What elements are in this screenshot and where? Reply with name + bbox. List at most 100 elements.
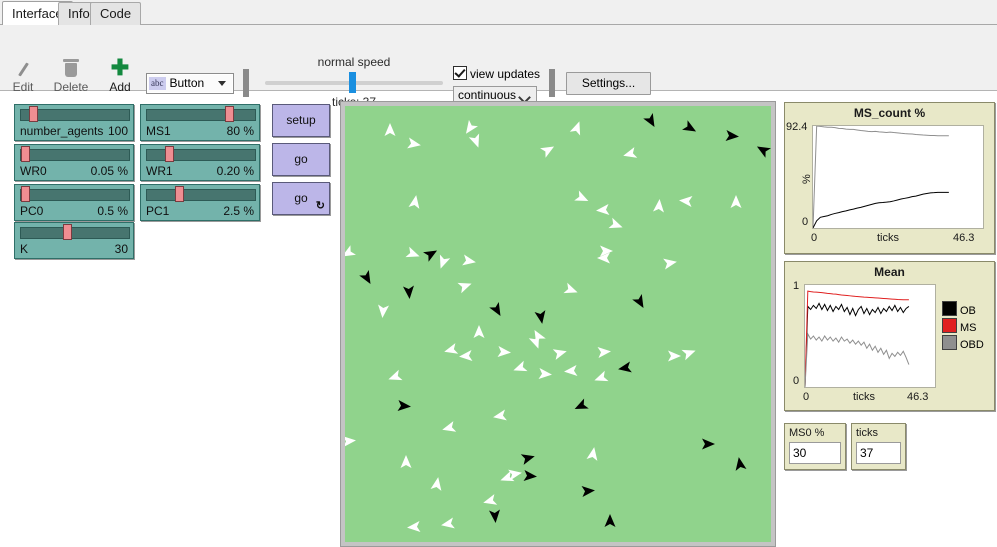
go-button[interactable]: go — [272, 143, 330, 176]
legend-label-obd: OBD — [960, 339, 984, 351]
go-forever-button-label: go — [294, 191, 307, 205]
slider-value: 0.5 % — [97, 203, 128, 219]
go-forever-button[interactable]: go ↻ — [272, 182, 330, 215]
slider-thumb[interactable] — [225, 106, 234, 122]
slider-value: 100 — [108, 123, 128, 139]
slider-name: PC0 — [20, 203, 43, 219]
plot-title: Mean — [785, 262, 994, 281]
checkbox-checked-icon — [453, 66, 467, 80]
legend-item[interactable]: OB — [942, 301, 990, 318]
trash-icon — [48, 57, 94, 79]
monitor-label: MS0 % — [789, 426, 841, 440]
x-max-label: 46.3 — [907, 391, 928, 403]
view-updates-checkbox[interactable]: view updates — [453, 66, 540, 81]
x-axis-label: ticks — [877, 232, 899, 244]
slider-track — [146, 109, 256, 121]
legend-label-ms: MS — [960, 322, 977, 334]
slider-name: WR0 — [20, 163, 47, 179]
plot-canvas — [804, 284, 936, 388]
slider-k[interactable]: K 30 — [14, 222, 134, 259]
slider-thumb[interactable] — [165, 146, 174, 162]
slider-thumb[interactable] — [21, 146, 30, 162]
slider-pc0[interactable]: PC0 0.5 % — [14, 184, 134, 221]
slider-track — [20, 149, 130, 161]
legend-swatch-ms — [942, 318, 957, 333]
setup-button-label: setup — [286, 113, 315, 127]
pencil-icon — [0, 57, 46, 79]
x-max-label: 46.3 — [953, 232, 974, 244]
y-max-label: 92.4 — [786, 121, 807, 133]
slider-value: 30 — [115, 241, 128, 257]
y-min-label: 0 — [802, 216, 808, 228]
slider-track — [20, 227, 130, 239]
legend-item[interactable]: MS — [942, 318, 990, 335]
delete-button[interactable]: Delete — [48, 57, 94, 94]
slider-track — [146, 149, 256, 161]
plot-ms-count[interactable]: MS_count % 92.4 0 % 0 ticks 46.3 — [784, 102, 995, 254]
monitor-value: 37 — [856, 442, 901, 464]
world-canvas[interactable] — [345, 106, 771, 542]
slider-track — [146, 189, 256, 201]
slider-value: 2.5 % — [223, 203, 254, 219]
world-view[interactable] — [340, 101, 776, 547]
y-min-label: 0 — [793, 375, 799, 387]
settings-button[interactable]: Settings... — [566, 72, 651, 95]
slider-pc1[interactable]: PC1 2.5 % — [140, 184, 260, 221]
slider-wr1[interactable]: WR1 0.20 % — [140, 144, 260, 181]
plus-icon: ✚ — [97, 57, 143, 79]
monitor-value: 30 — [789, 442, 841, 464]
speed-slider[interactable] — [265, 81, 443, 85]
plot-mean[interactable]: Mean 1 0 0 ticks 46.3 OB MS OBD — [784, 261, 995, 411]
widget-type-select[interactable]: abcButton — [146, 73, 234, 94]
y-max-label: 1 — [793, 280, 799, 292]
y-axis-label: % — [801, 174, 813, 184]
slider-name: PC1 — [146, 203, 169, 219]
slider-value: 0.20 % — [217, 163, 254, 179]
toolbar: Edit Delete ✚ Add abcButton normal speed… — [0, 25, 997, 91]
plot-legend: OB MS OBD — [942, 301, 990, 352]
slider-value: 80 % — [227, 123, 254, 139]
slider-value: 0.05 % — [91, 163, 128, 179]
go-button-label: go — [294, 152, 307, 166]
edit-button-label: Edit — [0, 80, 46, 94]
forever-loop-icon: ↻ — [316, 201, 325, 212]
abc-icon: abc — [149, 77, 166, 90]
add-button[interactable]: ✚ Add — [97, 57, 143, 94]
x-min-label: 0 — [803, 391, 809, 403]
view-updates-label: view updates — [470, 67, 540, 81]
tab-bar: Interface Info Code — [0, 0, 997, 25]
add-button-label: Add — [97, 80, 143, 94]
x-min-label: 0 — [811, 232, 817, 244]
legend-item[interactable]: OBD — [942, 335, 990, 352]
plot-title: MS_count % — [785, 103, 994, 122]
x-axis-label: ticks — [853, 391, 875, 403]
monitor-ms0[interactable]: MS0 % 30 — [784, 423, 846, 470]
monitor-label: ticks — [856, 426, 901, 440]
slider-thumb[interactable] — [175, 186, 184, 202]
speed-label: normal speed — [265, 55, 443, 69]
slider-ms1[interactable]: MS1 80 % — [140, 104, 260, 141]
legend-swatch-obd — [942, 335, 957, 350]
slider-track — [20, 189, 130, 201]
slider-number-agents[interactable]: number_agents 100 — [14, 104, 134, 141]
slider-thumb[interactable] — [29, 106, 38, 122]
plot-canvas — [812, 125, 984, 229]
monitor-ticks[interactable]: ticks 37 — [851, 423, 906, 470]
edit-button[interactable]: Edit — [0, 57, 46, 94]
legend-swatch-ob — [942, 301, 957, 316]
delete-button-label: Delete — [48, 80, 94, 94]
legend-label-ob: OB — [960, 305, 976, 317]
chevron-down-icon — [218, 81, 226, 86]
slider-name: MS1 — [146, 123, 171, 139]
slider-thumb[interactable] — [63, 224, 72, 240]
toolbar-separator-2 — [549, 69, 555, 97]
setup-button[interactable]: setup — [272, 104, 330, 137]
slider-name: number_agents — [20, 123, 103, 139]
update-mode-value: continuous — [458, 88, 516, 102]
slider-thumb[interactable] — [21, 186, 30, 202]
slider-name: WR1 — [146, 163, 173, 179]
slider-wr0[interactable]: WR0 0.05 % — [14, 144, 134, 181]
speed-slider-thumb[interactable] — [349, 72, 356, 93]
slider-name: K — [20, 241, 28, 257]
tab-code[interactable]: Code — [90, 2, 141, 25]
